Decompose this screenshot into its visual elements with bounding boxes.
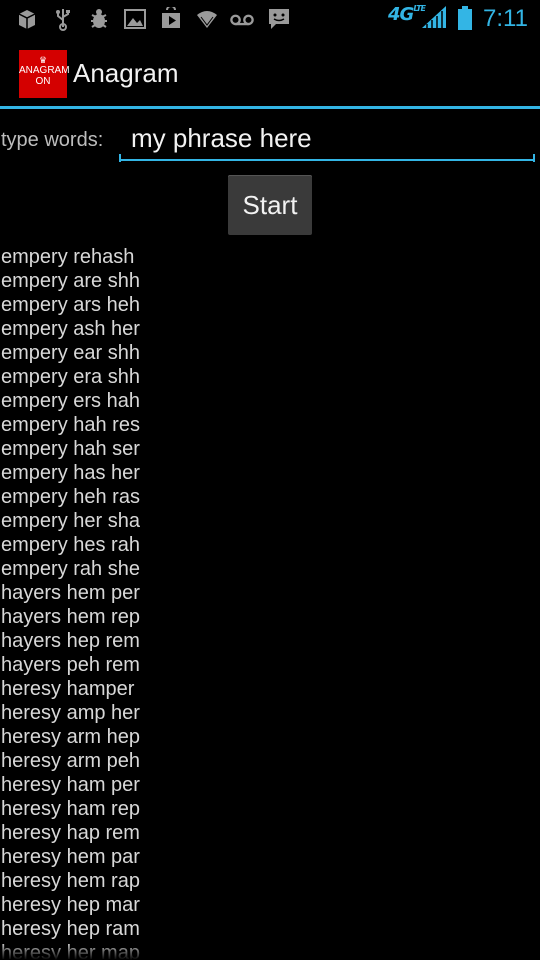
result-item: heresy hep ram: [1, 918, 140, 940]
result-item: empery her sha: [1, 510, 140, 532]
result-item: hayers hem per: [1, 582, 140, 604]
result-item: empery ers hah: [1, 390, 140, 412]
result-item: empery ash her: [1, 318, 140, 340]
usb-icon: [51, 7, 75, 31]
result-item: heresy her map: [1, 942, 140, 960]
result-item: hayers peh rem: [1, 654, 140, 676]
action-bar-divider: [0, 106, 540, 109]
result-item: empery rah she: [1, 558, 140, 580]
battery-icon: [458, 6, 472, 30]
result-item: hayers hep rem: [1, 630, 140, 652]
image-icon: [123, 7, 147, 31]
messenger-icon: [267, 7, 291, 31]
clock: 7:11: [483, 5, 528, 32]
results-list[interactable]: empery rehash empery are shh empery ars he…: [1, 245, 540, 960]
result-item: heresy hem par: [1, 846, 140, 868]
result-item: empery are shh: [1, 270, 140, 292]
result-item: empery rehash: [1, 246, 135, 268]
crown-icon: ♛: [38, 55, 48, 65]
type-words-label: type words:: [1, 129, 104, 151]
result-item: empery heh ras: [1, 486, 140, 508]
result-item: empery hes rah: [1, 534, 140, 556]
app-icon-line2: ON: [35, 76, 51, 87]
status-bar: 4GLTE 7:11: [0, 0, 540, 38]
result-item: heresy hap rem: [1, 822, 140, 844]
input-underline-left-tick: [119, 154, 121, 162]
usb-debug-icon: [87, 7, 111, 31]
wifi-icon: [195, 7, 219, 31]
app-icon[interactable]: ♛ ANAGRAM ON: [19, 50, 70, 98]
play-store-icon: [159, 7, 183, 31]
result-item: empery has her: [1, 462, 140, 484]
result-item: heresy arm peh: [1, 750, 140, 772]
result-item: heresy amp her: [1, 702, 140, 724]
phrase-input[interactable]: [119, 117, 535, 161]
result-item: heresy arm hep: [1, 726, 140, 748]
result-item: heresy hem rap: [1, 870, 140, 892]
input-underline-right-tick: [533, 154, 535, 162]
signal-icon: [422, 6, 448, 30]
action-bar: ♛ ANAGRAM ON Anagram: [0, 38, 540, 106]
result-item: hayers hem rep: [1, 606, 140, 628]
app-icon-line1: ANAGRAM: [19, 65, 70, 76]
result-item: empery era shh: [1, 366, 140, 388]
start-button[interactable]: Start: [228, 175, 312, 235]
voicemail-icon: [230, 7, 256, 31]
result-item: empery ars heh: [1, 294, 140, 316]
result-item: heresy ham per: [1, 774, 140, 796]
app-title: Anagram: [73, 58, 179, 88]
result-item: empery hah ser: [1, 438, 140, 460]
result-item: heresy hamper: [1, 678, 135, 700]
result-item: empery ear shh: [1, 342, 140, 364]
result-item: heresy ham rep: [1, 798, 140, 820]
box-icon: [15, 7, 39, 31]
network-type-label: 4GLTE: [388, 4, 426, 25]
result-item: empery hah res: [1, 414, 140, 436]
result-item: heresy hep mar: [1, 894, 140, 916]
